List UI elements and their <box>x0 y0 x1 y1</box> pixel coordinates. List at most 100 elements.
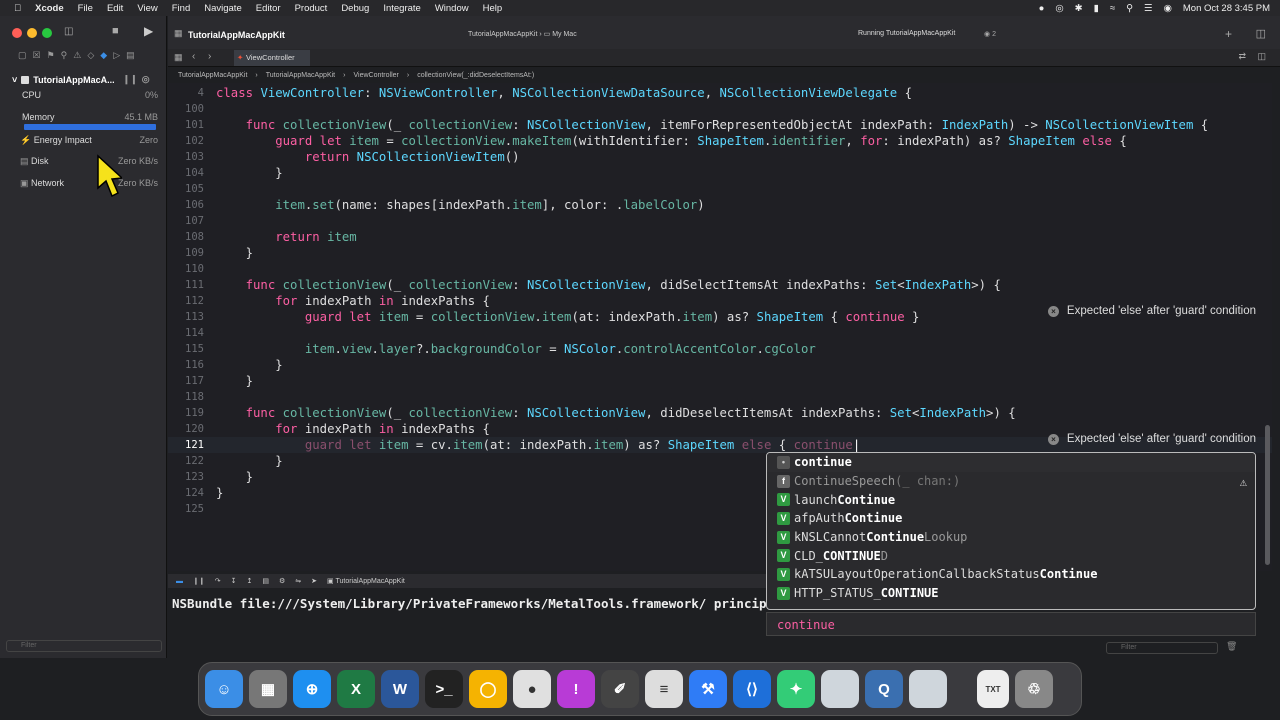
menu-integrate[interactable]: Integrate <box>383 3 421 14</box>
error-annotation[interactable]: × Expected 'else' after 'guard' conditio… <box>1047 305 1256 317</box>
blank-icon[interactable] <box>821 670 859 708</box>
jumpbar-file[interactable]: ViewController <box>353 72 398 79</box>
launchpad-icon[interactable]: ▦ <box>249 670 287 708</box>
minimize-window-button[interactable] <box>27 28 37 38</box>
autocomplete-item[interactable]: VkNSLCannotContinueLookup <box>767 528 1255 547</box>
chrome-icon[interactable]: ● <box>513 670 551 708</box>
menu-find[interactable]: Find <box>172 3 190 14</box>
wifi-icon[interactable]: ≈ <box>1110 3 1115 14</box>
code-line[interactable]: 101 func collectionView(_ collectionView… <box>168 117 1272 133</box>
code-line[interactable]: 103 return NSCollectionViewItem() <box>168 149 1272 165</box>
menu-window[interactable]: Window <box>435 3 469 14</box>
test-icon[interactable]: ◇ <box>87 50 94 64</box>
menu-clock[interactable]: Mon Oct 28 3:45 PM <box>1183 3 1270 14</box>
menu-help[interactable]: Help <box>483 3 503 14</box>
autocomplete-item[interactable]: VlaunchContinue <box>767 490 1255 509</box>
process-row[interactable]: ˅ TutorialAppMacA... ❙❙ ◎ <box>12 74 150 85</box>
record-icon[interactable]: ● <box>1039 3 1045 14</box>
code-line[interactable]: 118 <box>168 389 1272 405</box>
control-center-icon[interactable]: ☰ <box>1144 3 1153 14</box>
jumpbar-project[interactable]: TutorialAppMacAppKit <box>178 72 247 79</box>
autocomplete-item[interactable]: VkATSULayoutOperationCallbackStatusConti… <box>767 565 1255 584</box>
autocomplete-item[interactable]: VafpAuthContinue <box>767 509 1255 528</box>
menu-editor[interactable]: Editor <box>256 3 281 14</box>
code-line[interactable]: 111 func collectionView(_ collectionView… <box>168 277 1272 293</box>
menu-file[interactable]: File <box>78 3 93 14</box>
finder-icon[interactable]: ☺ <box>205 670 243 708</box>
editor-scrollbar[interactable] <box>1265 425 1270 565</box>
location-icon[interactable]: ➤ <box>311 577 317 585</box>
run-icon[interactable]: ▶ <box>144 24 153 38</box>
menu-app-name[interactable]: Xcode <box>35 3 64 14</box>
code-line[interactable]: 104 } <box>168 165 1272 181</box>
jumpbar-symbol[interactable]: collectionView(_:didDeselectItemsAt:) <box>417 72 534 79</box>
search-icon[interactable]: ⚲ <box>1126 3 1133 14</box>
menu-edit[interactable]: Edit <box>107 3 123 14</box>
jumpbar-group[interactable]: TutorialAppMacAppKit <box>266 72 335 79</box>
code-line[interactable]: 102 guard let item = collectionView.make… <box>168 133 1272 149</box>
autocomplete-item[interactable]: f ContinueSpeech(_ chan:) <box>767 472 1255 491</box>
tab-viewcontroller[interactable]: ✦ ViewController <box>234 50 310 66</box>
apple-icon[interactable]:  <box>14 3 21 14</box>
bluetooth-icon[interactable]: ✱ <box>1075 3 1083 14</box>
trash-console-icon[interactable]: 🗑 <box>1226 641 1237 652</box>
split-editor-icon[interactable]: ◫ <box>1257 51 1266 62</box>
battery-icon[interactable]: ▮ <box>1094 3 1099 14</box>
trash-icon[interactable]: ♲ <box>1015 670 1053 708</box>
feedback-icon[interactable]: ! <box>557 670 595 708</box>
source-control-icon[interactable]: ☒ <box>33 50 41 64</box>
breakpoint-icon[interactable]: ▷ <box>113 50 120 64</box>
terminal-icon[interactable]: >_ <box>425 670 463 708</box>
user-avatar-icon[interactable]: ◉ <box>1164 3 1172 14</box>
code-line[interactable]: 100 <box>168 101 1272 117</box>
code-line[interactable]: 117 } <box>168 373 1272 389</box>
menu-product[interactable]: Product <box>295 3 328 14</box>
quicktime-icon[interactable]: Q <box>865 670 903 708</box>
add-icon[interactable]: + <box>1225 27 1232 41</box>
find-icon[interactable]: ⚲ <box>61 50 68 64</box>
error-annotation[interactable]: × Expected 'else' after 'guard' conditio… <box>1047 433 1256 445</box>
code-line[interactable]: 119 func collectionView(_ collectionView… <box>168 405 1272 421</box>
code-line[interactable]: 114 <box>168 325 1272 341</box>
warning-count-badge[interactable]: ◉ 2 <box>984 30 996 38</box>
txt-file-icon[interactable]: TXT <box>977 670 1009 708</box>
memory-graph-icon[interactable]: ⚙ <box>279 577 285 585</box>
bookmark-icon[interactable]: ⚑ <box>47 50 55 64</box>
airdrop-icon[interactable]: ◎ <box>1055 3 1063 14</box>
report-icon[interactable]: ▤ <box>126 50 135 64</box>
stop-icon[interactable]: ■ <box>112 25 119 37</box>
code-line[interactable]: 106 item.set(name: shapes[indexPath.item… <box>168 197 1272 213</box>
chevron-down-icon[interactable]: ˅ <box>12 75 17 85</box>
code-line[interactable]: 110 <box>168 261 1272 277</box>
autocomplete-item[interactable]: V CLD_CONTINUED <box>767 546 1255 565</box>
view-debugger-icon[interactable]: ▤ <box>262 577 269 585</box>
gauge-network[interactable]: ▣ Network Zero KB/s <box>20 178 158 189</box>
safari-icon[interactable]: ⊕ <box>293 670 331 708</box>
step-into-icon[interactable]: ↧ <box>231 577 237 585</box>
forward-icon[interactable]: › <box>208 51 211 62</box>
code-line[interactable]: 4 class ViewController: NSViewController,… <box>168 85 1272 101</box>
gauge-energy[interactable]: ⚡ Energy Impact Zero <box>20 135 158 146</box>
issue-icon[interactable]: ⚠ <box>73 50 81 64</box>
blank-icon-2[interactable] <box>909 670 947 708</box>
navigator-filter-field[interactable]: Filter <box>6 640 162 652</box>
sidebar-toggle-icon[interactable]: ◫ <box>64 26 73 37</box>
code-line[interactable]: 108 return item <box>168 229 1272 245</box>
autocomplete-item[interactable]: V HTTP_STATUS_CONTINUE <box>767 584 1255 603</box>
code-line[interactable]: 115 item.view.layer?.backgroundColor = N… <box>168 341 1272 357</box>
vscode-icon[interactable]: ⟨⟩ <box>733 670 771 708</box>
console-output[interactable]: NSBundle file:///System/Library/PrivateF… <box>168 588 768 658</box>
menu-view[interactable]: View <box>137 3 157 14</box>
xcode-icon[interactable]: ⚒ <box>689 670 727 708</box>
pencil-icon[interactable]: ✐ <box>601 670 639 708</box>
refresh-icon[interactable]: ⇄ <box>1238 51 1246 62</box>
step-over-icon[interactable]: ↷ <box>215 577 221 585</box>
console-filter-field[interactable]: Filter <box>1106 642 1218 654</box>
menu-navigate[interactable]: Navigate <box>204 3 242 14</box>
code-line[interactable]: 107 <box>168 213 1272 229</box>
back-icon[interactable]: ‹ <box>192 51 195 62</box>
code-line[interactable]: 109 } <box>168 245 1272 261</box>
close-window-button[interactable] <box>12 28 22 38</box>
scheme-selector[interactable]: TutorialAppMacAppKit › ▭ My Mac <box>468 30 577 38</box>
environment-icon[interactable]: ⇋ <box>295 577 301 585</box>
